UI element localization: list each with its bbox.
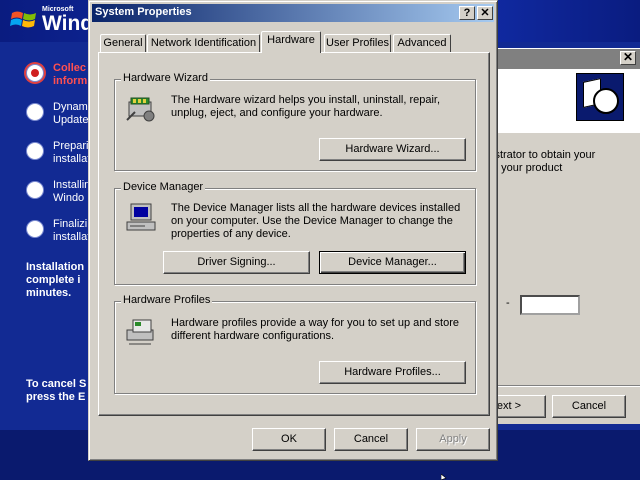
wizard-cancel-button[interactable]: Cancel [552, 395, 626, 418]
hardware-wizard-button[interactable]: Hardware Wizard... [319, 138, 466, 161]
cancel-setup-note: To cancel S press the E [26, 378, 87, 403]
windows-flag-icon [10, 11, 36, 28]
logo-windows-text: Wind [42, 12, 94, 35]
hardware-wizard-group: Hardware Wizard The Hardware wizard help… [114, 72, 476, 171]
wizard-header [492, 69, 640, 133]
tab-general[interactable]: General [100, 34, 146, 53]
help-button[interactable]: ? [459, 6, 475, 20]
group-title: Hardware Wizard [121, 72, 210, 84]
tab-user-profiles[interactable]: User Profiles [324, 34, 391, 53]
device-manager-group: Device Manager The Device Manager lists … [114, 181, 476, 285]
install-time-estimate: Installation complete i minutes. [26, 261, 85, 299]
hardware-profiles-button[interactable]: Hardware Profiles... [319, 361, 466, 384]
step-active-bullet-icon [26, 64, 44, 82]
hardware-profiles-group: Hardware Profiles Hardware profiles prov… [114, 294, 476, 394]
group-description: The Device Manager lists all the hardwar… [171, 202, 461, 240]
dialog-titlebar[interactable]: System Properties ? ✕ [92, 4, 494, 22]
step-bullet-icon [26, 142, 44, 160]
cancel-button[interactable]: Cancel [334, 428, 408, 451]
windows-logo: Microsoft Wind [0, 0, 100, 40]
mouse-cursor-icon [441, 474, 447, 480]
dialog-title: System Properties [95, 6, 192, 18]
product-key-field[interactable] [520, 295, 580, 315]
hardware-tab-panel: Hardware Wizard The Hardware wizard help… [98, 52, 490, 416]
computer-icon [126, 203, 156, 231]
wizard-divider [492, 385, 640, 387]
group-title: Device Manager [121, 181, 206, 193]
step-bullet-icon [26, 181, 44, 199]
tab-advanced[interactable]: Advanced [393, 34, 451, 53]
driver-signing-button[interactable]: Driver Signing... [163, 251, 310, 274]
group-description: The Hardware wizard helps you install, u… [171, 94, 441, 119]
field-separator: - [506, 297, 510, 309]
tab-hardware[interactable]: Hardware [261, 31, 321, 53]
hardware-profiles-icon [126, 319, 154, 345]
setup-wizard-window: ✕ istrator to obtain your e your product… [472, 48, 640, 424]
close-button[interactable]: ✕ [477, 6, 493, 20]
cd-package-icon [576, 73, 624, 121]
tab-strip: General Network Identification Hardware … [98, 31, 490, 53]
wizard-close-button[interactable]: ✕ [620, 51, 636, 65]
wizard-body-text: istrator to obtain your e your product [492, 149, 596, 174]
hardware-wizard-icon [126, 97, 155, 122]
system-properties-dialog: System Properties ? ✕ General Network Id… [88, 0, 498, 461]
tab-network-identification[interactable]: Network Identification [147, 34, 260, 53]
step-bullet-icon [26, 103, 44, 121]
step-bullet-icon [26, 220, 44, 238]
apply-button: Apply [416, 428, 490, 451]
group-title: Hardware Profiles [121, 294, 213, 306]
group-description: Hardware profiles provide a way for you … [171, 317, 459, 342]
wizard-titlebar: ✕ [492, 49, 640, 69]
device-manager-button[interactable]: Device Manager... [319, 251, 466, 274]
ok-button[interactable]: OK [252, 428, 326, 451]
